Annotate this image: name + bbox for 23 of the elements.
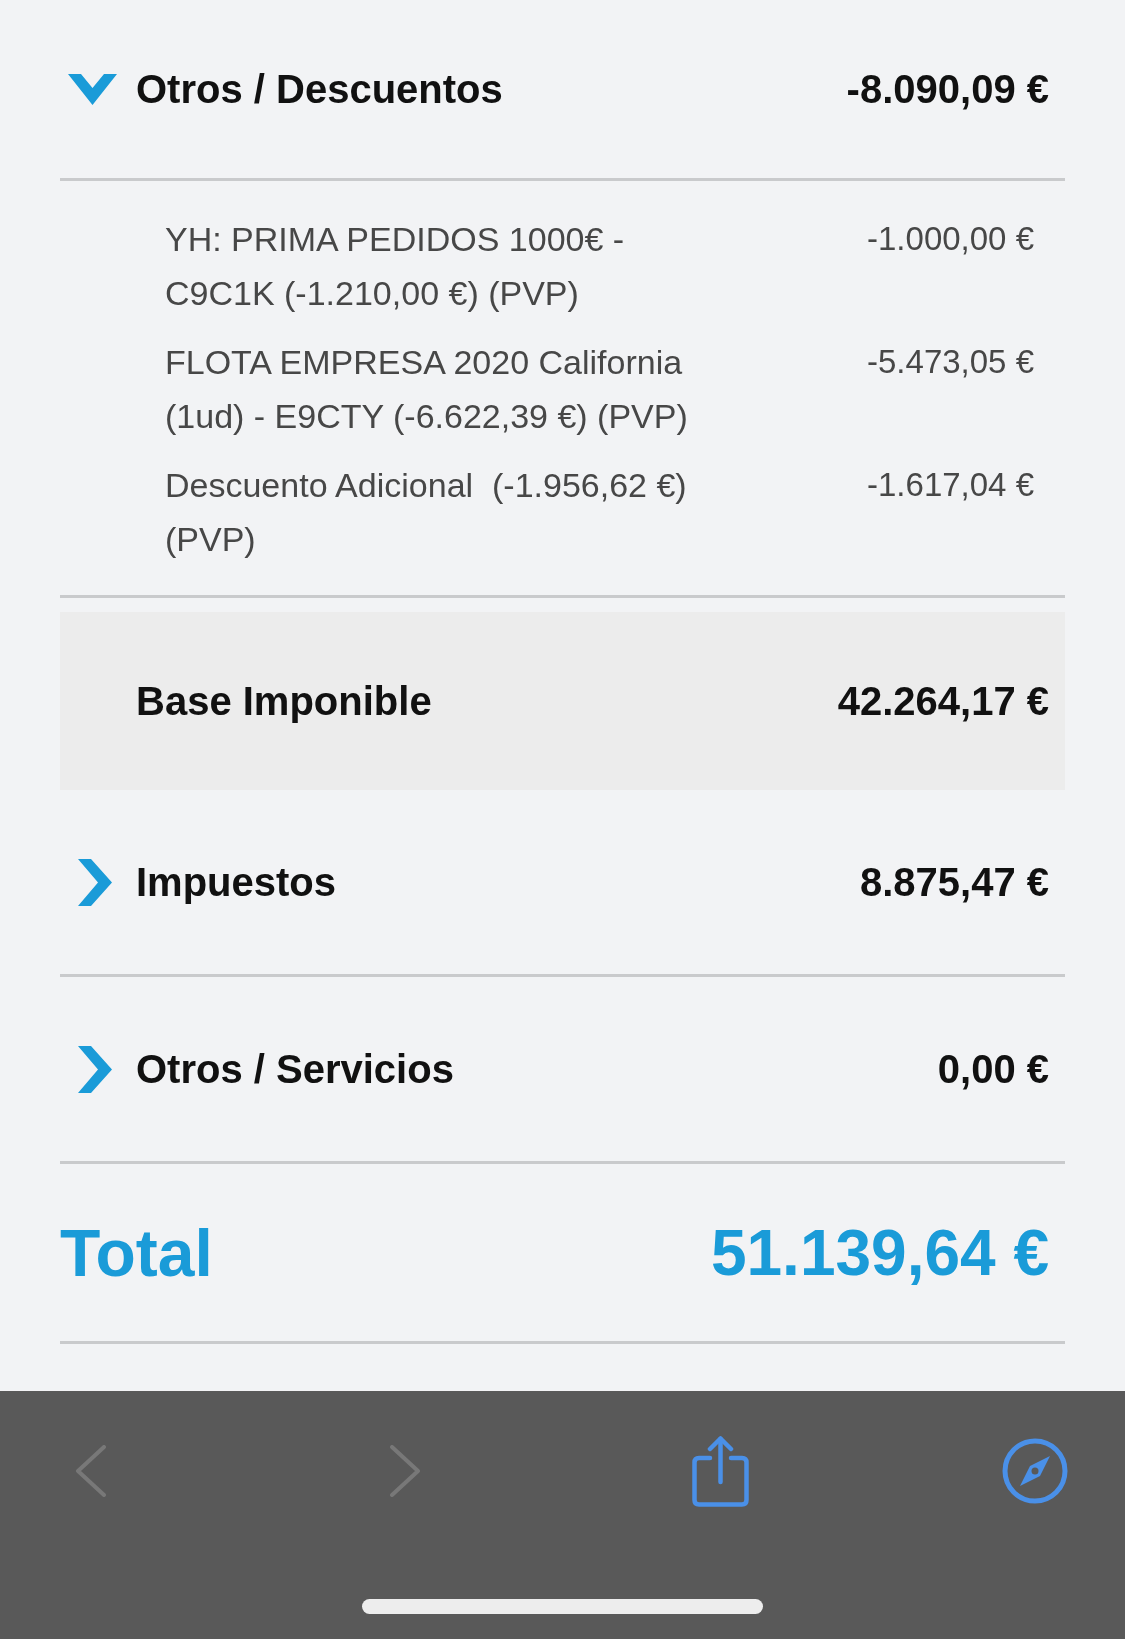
section-amount: -8.090,09 € bbox=[846, 66, 1049, 112]
total-label: Total bbox=[60, 1214, 213, 1291]
subtotal-amount: 42.264,17 € bbox=[837, 678, 1049, 724]
line-item-amount: -5.473,05 € bbox=[867, 342, 1034, 382]
line-item-description: Descuento Adicional (-1.956,62 €) (PVP) bbox=[165, 465, 688, 560]
line-item-amount: -1.000,00 € bbox=[867, 219, 1034, 259]
section-title[interactable]: Otros / Servicios bbox=[136, 1046, 454, 1092]
section-amount: 8.875,47 € bbox=[859, 859, 1049, 905]
chevron-right-icon[interactable] bbox=[78, 858, 112, 906]
subtotal-title: Base Imponible bbox=[136, 678, 432, 724]
line-item-amount: -1.617,04 € bbox=[867, 465, 1034, 505]
chevron-right-icon[interactable] bbox=[78, 1045, 112, 1093]
chevron-left-icon bbox=[74, 1445, 106, 1497]
line-item-description: FLOTA EMPRESA 2020 California (1ud) - E9CTY (-6.622,39 €) (PVP) bbox=[165, 342, 689, 437]
total-amount: 51.139,64 € bbox=[710, 1215, 1049, 1290]
compass-icon bbox=[1002, 1438, 1068, 1504]
chevron-down-icon[interactable] bbox=[68, 73, 117, 105]
section-amount: 0,00 € bbox=[937, 1046, 1049, 1092]
section-title[interactable]: Impuestos bbox=[136, 859, 337, 905]
line-item-description: YH: PRIMA PEDIDOS 1000€ - C9C1K (-1.210,00 €) (PVP) bbox=[165, 219, 626, 314]
share-icon bbox=[691, 1435, 749, 1507]
section-title[interactable]: Otros / Descuentos bbox=[136, 66, 503, 112]
chevron-right-icon bbox=[389, 1445, 421, 1497]
